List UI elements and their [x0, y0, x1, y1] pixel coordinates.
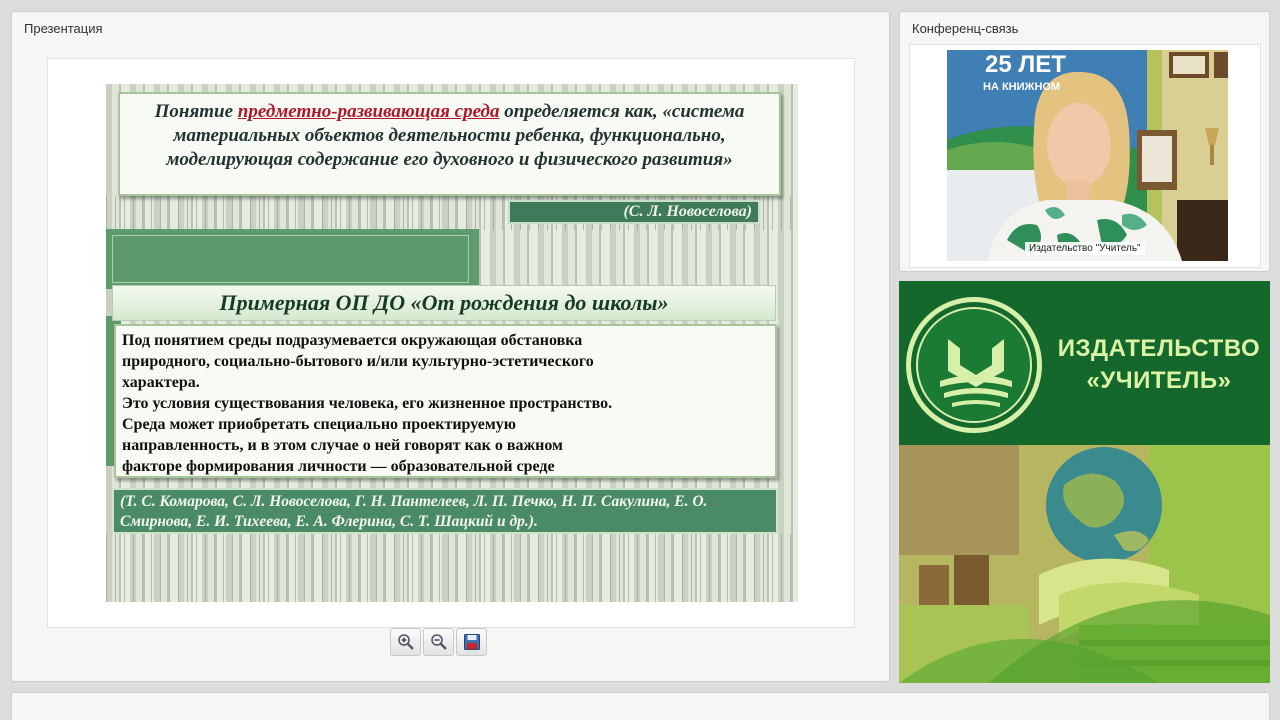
zoom-in-icon	[397, 634, 414, 650]
presentation-panel: Презентация Понятие предметно-развивающа…	[11, 11, 890, 682]
video-image: 25 ЛЕТ НА КНИЖНОМ	[947, 50, 1228, 261]
book-logo-icon	[940, 339, 1012, 407]
body-line: природного, социально-бытового и/или кул…	[122, 353, 594, 370]
slide-decor-panel	[106, 229, 479, 289]
body-line: направленность, и в этом случае о ней го…	[122, 437, 563, 454]
slide: Понятие предметно-развивающая среда опре…	[106, 84, 798, 602]
slide-decor-grass-bottom	[106, 534, 798, 602]
publisher-logo	[916, 307, 1032, 423]
video-frame: 25 ЛЕТ НА КНИЖНОМ Издательство "Учитель"	[909, 44, 1261, 268]
save-icon	[463, 634, 480, 650]
conference-panel-title: Конференц-связь	[912, 21, 1019, 36]
video-banner-text: 25 ЛЕТ	[985, 51, 1066, 78]
body-line: факторе формирования личности — образова…	[122, 458, 555, 475]
references: (Т. С. Комарова, С. Л. Новоселова, Г. Н.…	[112, 488, 778, 534]
slide-viewer[interactable]: Понятие предметно-развивающая среда опре…	[47, 58, 855, 628]
body-line: Под понятием среды подразумевается окруж…	[122, 332, 583, 349]
slide-toolbar	[390, 628, 487, 656]
body-line: характера.	[122, 374, 200, 391]
definition-term: предметно-развивающая среда	[237, 101, 500, 122]
body-line: Среда может приобретать специально проек…	[122, 416, 516, 433]
presentation-panel-title: Презентация	[24, 21, 103, 36]
publisher-name-line2: «УЧИТЕЛЬ»	[1086, 367, 1232, 394]
video-speaker-label: Издательство "Учитель"	[1025, 242, 1145, 255]
definition-prefix: Понятие	[154, 101, 238, 122]
zoom-out-button[interactable]	[423, 628, 454, 656]
body-line: Это условия существования человека, его …	[122, 395, 613, 412]
zoom-out-icon	[430, 634, 447, 650]
conference-panel: Конференц-связь 25 ЛЕТ НА КНИЖНОМ Издате…	[899, 11, 1270, 272]
video-banner-sub: НА КНИЖНОМ	[983, 81, 1060, 93]
program-body: Под понятием среды подразумевается окруж…	[114, 324, 777, 478]
bottom-panel	[11, 692, 1270, 720]
publisher-banner[interactable]: ИЗДАТЕЛЬСТВО «УЧИТЕЛЬ»	[899, 281, 1270, 683]
definition-box: Понятие предметно-развивающая среда опре…	[118, 92, 781, 196]
program-title: Примерная ОП ДО «От рождения до школы»	[112, 285, 776, 321]
save-button[interactable]	[456, 628, 487, 656]
zoom-in-button[interactable]	[390, 628, 421, 656]
video-feed[interactable]: 25 ЛЕТ НА КНИЖНОМ Издательство "Учитель"	[947, 50, 1228, 261]
banner-top: ИЗДАТЕЛЬСТВО «УЧИТЕЛЬ»	[899, 281, 1270, 445]
banner-image	[899, 445, 1270, 683]
publisher-name-line1: ИЗДАТЕЛЬСТВО	[1057, 335, 1261, 362]
definition-author: (С. Л. Новоселова)	[508, 200, 760, 224]
books-globe-image	[899, 445, 1270, 683]
